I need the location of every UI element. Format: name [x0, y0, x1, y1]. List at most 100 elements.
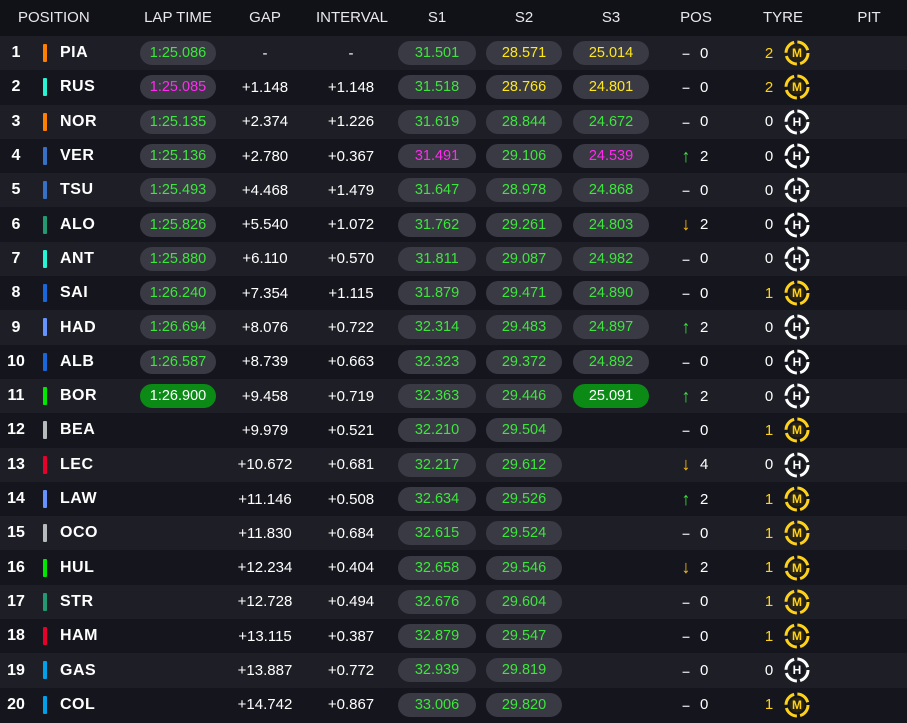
- sector-1-time: 31.647: [398, 178, 476, 203]
- tyre-laps: 1: [764, 284, 774, 302]
- tyre-compound: M: [792, 594, 802, 609]
- sector-1-time: 31.811: [398, 246, 476, 271]
- driver-row[interactable]: 2 RUS 1:25.085 +1.148 +1.148 31.518 28.766 24.8…: [0, 70, 907, 105]
- position-number: 3: [11, 112, 21, 130]
- driver-row[interactable]: 19 GAS +13.887 +0.772 32.939 29.819–0 0 H: [0, 653, 907, 688]
- position-change-value: 2: [700, 147, 709, 165]
- tyre-compound: H: [792, 354, 802, 369]
- sector-3-time: 24.539: [573, 143, 649, 168]
- driver-code[interactable]: HUL: [60, 551, 94, 585]
- team-color-bar: [43, 455, 47, 474]
- driver-code[interactable]: HAD: [60, 310, 96, 344]
- team-color-bar: [43, 112, 47, 131]
- medium-tyre-icon: M: [784, 486, 810, 512]
- driver-code[interactable]: LEC: [60, 448, 94, 482]
- interval-value: -: [348, 44, 354, 62]
- arrow-up-icon: ↑: [681, 317, 691, 338]
- driver-row[interactable]: 4 VER 1:25.136 +2.780 +0.367 31.491 29.106 24.5…: [0, 138, 907, 174]
- driver-code[interactable]: LAW: [60, 482, 97, 516]
- driver-row[interactable]: 16 HUL +12.234 +0.404 32.658 29.546 ↓ 2 1 M: [0, 550, 907, 585]
- driver-row[interactable]: 15 OCO +11.830 +0.684 32.615 29.524–0 1 M: [0, 516, 907, 551]
- team-color-bar: [43, 215, 47, 234]
- interval-value: +0.867: [327, 696, 375, 714]
- driver-code[interactable]: RUS: [60, 70, 95, 104]
- driver-code[interactable]: HAM: [60, 619, 98, 653]
- sector-1-time: 32.323: [398, 349, 476, 374]
- sector-3-time: 24.801: [573, 75, 649, 100]
- driver-row[interactable]: 14 LAW +11.146 +0.508 32.634 29.526 ↑ 2 1 M: [0, 481, 907, 517]
- driver-code[interactable]: STR: [60, 585, 94, 619]
- sector-1-time: 32.217: [398, 452, 476, 477]
- sector-1-time: 32.615: [398, 521, 476, 546]
- header-pos[interactable]: POS: [680, 9, 712, 26]
- interval-value: +1.479: [327, 181, 375, 199]
- driver-row[interactable]: 7 ANT 1:25.880 +6.110 +0.570 31.811 29.087 24.9…: [0, 241, 907, 277]
- header-interval[interactable]: INTERVAL: [316, 9, 388, 26]
- driver-row[interactable]: 13 LEC +10.672 +0.681 32.217 29.612 ↓ 4 0 H: [0, 447, 907, 482]
- tyre-compound: H: [792, 217, 802, 232]
- sector-1-time: 33.006: [398, 692, 476, 717]
- driver-code[interactable]: COL: [60, 688, 95, 722]
- lap-time: 1:25.086: [140, 41, 216, 65]
- driver-code[interactable]: PIA: [60, 36, 88, 70]
- dash-icon: –: [682, 79, 690, 96]
- sector-3-time: 24.803: [573, 212, 649, 237]
- driver-row[interactable]: 11 BOR 1:26.900 +9.458 +0.719 32.363 29.446 25.…: [0, 379, 907, 414]
- sector-2-time: 29.524: [486, 521, 562, 546]
- sector-2-time: 29.612: [486, 452, 562, 477]
- driver-code[interactable]: TSU: [60, 173, 94, 207]
- driver-code[interactable]: OCO: [60, 516, 98, 550]
- header-lap-time[interactable]: LAP TIME: [144, 9, 212, 26]
- driver-row[interactable]: 17 STR +12.728 +0.494 32.676 29.604–0 1 M: [0, 584, 907, 620]
- tyre-laps: 0: [764, 353, 774, 371]
- tyre-laps: 1: [764, 421, 774, 439]
- dash-icon: –: [682, 525, 690, 542]
- driver-row[interactable]: 1 PIA 1:25.086- -31.501 28.571 25.014–0 2 M: [0, 36, 907, 71]
- tyre-compound: M: [792, 46, 802, 60]
- hard-tyre-icon: H: [784, 452, 810, 478]
- header-gap[interactable]: GAP: [249, 9, 281, 26]
- position-number: 13: [7, 455, 25, 473]
- driver-code[interactable]: SAI: [60, 276, 88, 310]
- driver-row[interactable]: 18 HAM +13.115 +0.387 32.879 29.547–0 1 M: [0, 619, 907, 654]
- driver-row[interactable]: 10 ALB 1:26.587 +8.739 +0.663 32.323 29.372 24.…: [0, 344, 907, 379]
- position-change-value: 0: [700, 662, 709, 680]
- driver-row[interactable]: 9 HAD 1:26.694 +8.076 +0.722 32.314 29.483 24.8…: [0, 310, 907, 345]
- driver-row[interactable]: 12 BEA +9.979 +0.521 32.210 29.504–0 1 M: [0, 413, 907, 448]
- driver-code[interactable]: ANT: [60, 242, 94, 276]
- driver-code[interactable]: GAS: [60, 653, 96, 687]
- interval-value: +0.404: [327, 559, 375, 577]
- tyre-laps: 0: [764, 250, 774, 268]
- driver-row[interactable]: 5 TSU 1:25.493 +4.468 +1.479 31.647 28.978 24.8…: [0, 173, 907, 208]
- header-position[interactable]: POSITION: [18, 9, 90, 26]
- header-s3[interactable]: S3: [602, 9, 620, 26]
- driver-row[interactable]: 20 COL +14.742 +0.867 33.006 29.820–0 1 M: [0, 687, 907, 722]
- hard-tyre-icon: H: [784, 383, 810, 409]
- position-change-value: 0: [700, 284, 709, 302]
- driver-row[interactable]: 8 SAI 1:26.240 +7.354 +1.115 31.879 29.471 24.8…: [0, 276, 907, 311]
- dash-icon: –: [682, 45, 690, 62]
- sector-1-time: 31.762: [398, 212, 476, 237]
- header-s1[interactable]: S1: [428, 9, 446, 26]
- tyre-laps: 0: [764, 662, 774, 680]
- header-s2[interactable]: S2: [515, 9, 533, 26]
- driver-code[interactable]: VER: [60, 139, 94, 173]
- driver-code[interactable]: ALB: [60, 345, 94, 379]
- position-change-value: 0: [700, 627, 709, 645]
- driver-code[interactable]: NOR: [60, 105, 97, 139]
- medium-tyre-icon: M: [784, 280, 810, 306]
- header-tyre[interactable]: TYRE: [763, 9, 803, 26]
- driver-row[interactable]: 3 NOR 1:25.135 +2.374 +1.226 31.619 28.844 24.6…: [0, 104, 907, 139]
- driver-code[interactable]: BOR: [60, 379, 97, 413]
- driver-code[interactable]: ALO: [60, 208, 95, 242]
- team-color-bar: [43, 489, 47, 508]
- header-pit[interactable]: PIT: [857, 9, 880, 26]
- position-change-value: 0: [700, 421, 709, 439]
- tyre-laps: 0: [764, 387, 774, 405]
- lap-time: 1:26.240: [140, 281, 216, 306]
- tyre-compound: M: [792, 560, 802, 575]
- driver-row[interactable]: 6 ALO 1:25.826 +5.540 +1.072 31.762 29.261 24.8…: [0, 207, 907, 242]
- medium-tyre-icon: M: [784, 692, 810, 718]
- driver-code[interactable]: BEA: [60, 413, 95, 447]
- hard-tyre-icon: H: [784, 657, 810, 683]
